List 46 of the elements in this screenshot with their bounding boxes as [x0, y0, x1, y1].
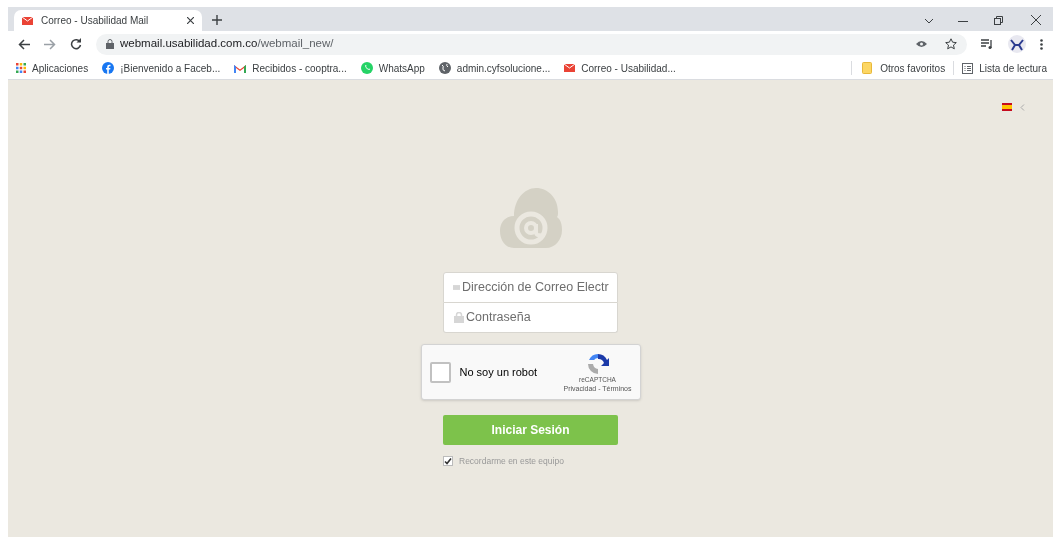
url-text: webmail.usabilidad.com.co/webmail_new/ — [120, 36, 334, 52]
new-tab-icon[interactable] — [212, 15, 222, 25]
envelope-icon — [564, 64, 576, 72]
padlock-icon — [454, 312, 464, 323]
bookmark-link[interactable]: Recibidos - cooptra... — [252, 60, 347, 76]
close-icon[interactable] — [1031, 15, 1041, 25]
bookmark-link[interactable]: admin.cyfsolucione... — [456, 60, 551, 76]
media-control-icon[interactable] — [981, 39, 994, 49]
spain-flag-icon[interactable] — [1002, 103, 1012, 111]
folder-icon — [862, 62, 873, 74]
back-icon[interactable] — [18, 38, 30, 50]
more-menu-icon[interactable] — [1040, 38, 1043, 50]
browser-tab[interactable]: Correo - Usabilidad Mail — [14, 10, 202, 31]
captcha-checkbox[interactable] — [429, 361, 451, 383]
bookmark-link[interactable]: Aplicaciones — [32, 60, 89, 76]
recaptcha-logo — [585, 351, 610, 376]
reading-list-link[interactable]: Lista de lectura — [979, 60, 1047, 76]
star-icon[interactable] — [945, 38, 957, 50]
email-field[interactable]: Dirección de Correo Electr — [462, 278, 617, 297]
whatsapp-icon — [360, 62, 373, 74]
password-field[interactable]: Contraseña — [466, 308, 616, 327]
forward-icon[interactable] — [44, 38, 56, 50]
reading-list-icon — [962, 62, 974, 74]
captcha-label: No soy un robot — [459, 364, 538, 380]
address-bar[interactable]: webmail.usabilidad.com.co/webmail_new/ — [96, 33, 967, 55]
gmail-icon — [234, 63, 247, 73]
bookmark-link[interactable]: WhatsApp — [378, 60, 425, 76]
eye-icon[interactable] — [916, 40, 927, 48]
profile-avatar-icon[interactable] — [1008, 35, 1026, 53]
remember-label: Recordarme en este equipo — [459, 455, 564, 468]
lock-icon — [106, 39, 114, 49]
envelope-icon — [453, 283, 460, 292]
password-field[interactable]: Contraseña — [443, 303, 618, 333]
bookmark-link[interactable]: Otros favoritos — [880, 60, 946, 76]
restore-icon[interactable] — [994, 16, 1003, 25]
tab-title: Correo - Usabilidad Mail — [41, 14, 150, 28]
close-tab-icon[interactable] — [187, 17, 194, 24]
facebook-icon — [102, 62, 115, 74]
envelope-icon — [22, 16, 33, 25]
chevron-down-icon[interactable] — [924, 18, 934, 24]
apps-grid-icon — [16, 63, 26, 73]
bookmark-link[interactable]: ¡Bienvenido a Faceb... — [120, 60, 221, 76]
bookmark-link[interactable]: Correo - Usabilidad... — [581, 60, 676, 76]
remember-checkbox[interactable] — [443, 456, 453, 467]
reload-icon[interactable] — [70, 38, 82, 50]
email-field[interactable]: Dirección de Correo Electr — [443, 272, 618, 303]
